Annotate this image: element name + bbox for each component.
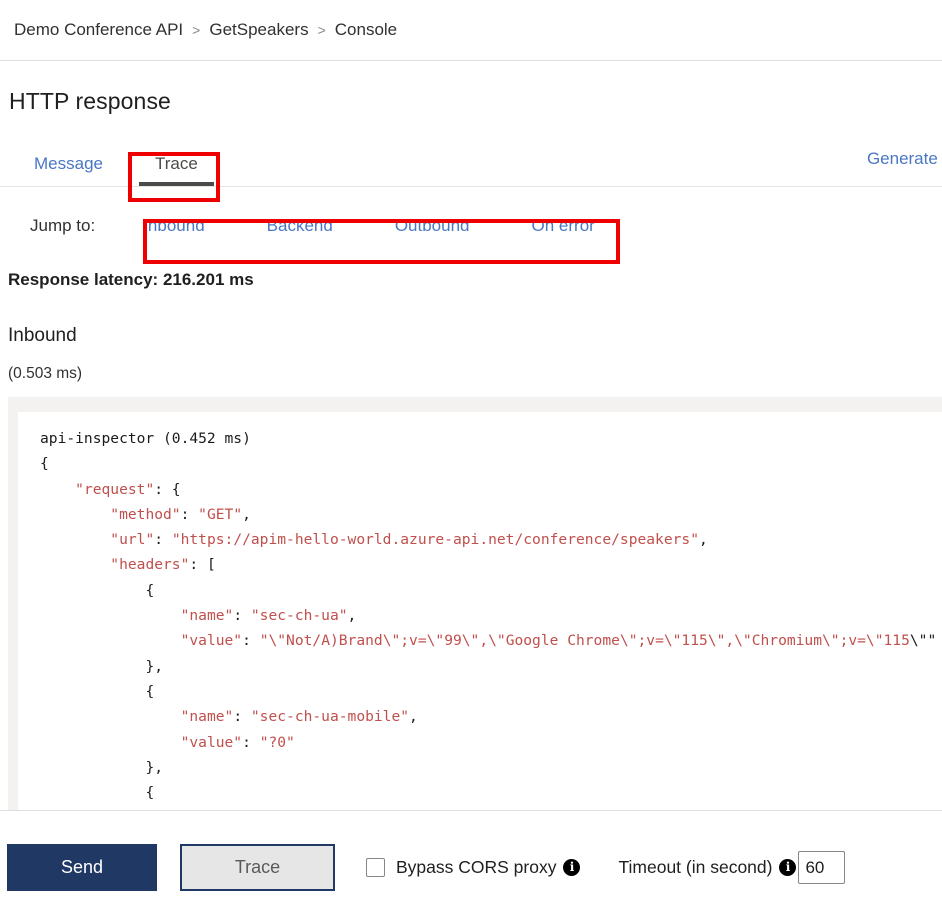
code-punct: : [242, 733, 260, 751]
code-punct: : [233, 708, 251, 726]
code-string: "GET" [198, 505, 243, 523]
code-punct: : [154, 531, 172, 549]
code-line: { [40, 455, 49, 473]
tab-trace[interactable]: Trace [129, 141, 224, 186]
jump-link-inbound[interactable]: Inbound [143, 216, 204, 236]
code-wrapped-tail: \"" [909, 632, 937, 650]
code-string: "https://apim-hello-world.azure-api.net/… [171, 531, 699, 549]
code-punct: : [ [189, 556, 216, 574]
code-key: "url" [110, 531, 155, 549]
code-key: "name" [180, 708, 234, 726]
bypass-cors-checkbox[interactable] [366, 858, 385, 877]
code-string: "\"Not/A)Brand\";v=\"99\",\"Google Chrom… [259, 632, 910, 650]
breadcrumb-item-console: Console [334, 20, 398, 39]
code-key: "method" [110, 505, 181, 523]
code-panel-divider [0, 810, 942, 811]
code-key: "value" [180, 632, 243, 650]
code-string: "sec-ch-ua-mobile" [250, 708, 410, 726]
info-icon[interactable]: i [779, 859, 797, 876]
code-punct: : [242, 632, 260, 650]
code-punct: : [180, 505, 199, 523]
code-punct: { [145, 784, 155, 802]
jump-link-on-error[interactable]: On error [532, 216, 595, 236]
code-punct: : [233, 607, 251, 625]
tab-message[interactable]: Message [8, 141, 129, 186]
trace-code-scroll-area[interactable]: api-inspector (0.452 ms) { "request": { … [18, 412, 942, 810]
breadcrumb: Demo Conference API > GetSpeakers > Cons… [0, 0, 942, 61]
trace-json-output: api-inspector (0.452 ms) { "request": { … [40, 426, 942, 805]
code-key: "request" [75, 480, 155, 498]
code-punct: }, [145, 758, 164, 776]
generate-definition-link[interactable]: Generate d [867, 149, 942, 169]
timeout-input[interactable] [798, 851, 846, 884]
code-key: "name" [180, 607, 234, 625]
code-key: "headers" [110, 556, 190, 574]
code-string: "sec-ch-ua" [250, 607, 348, 625]
bypass-cors-group: Bypass CORS proxy i [366, 857, 581, 878]
jump-link-backend[interactable]: Backend [267, 216, 333, 236]
code-punct: { [145, 682, 155, 700]
trace-button[interactable]: Trace [180, 844, 335, 891]
trace-code-panel: api-inspector (0.452 ms) { "request": { … [8, 397, 942, 810]
timeout-label: Timeout (in second) [618, 857, 773, 877]
jump-link-outbound[interactable]: Outbound [395, 216, 470, 236]
code-punct: , [409, 708, 418, 726]
trace-section-title-inbound: Inbound [8, 325, 77, 346]
code-line: api-inspector (0.452 ms) [40, 430, 251, 447]
response-tabs: Message Trace [0, 141, 942, 187]
breadcrumb-separator-icon: > [317, 22, 326, 38]
code-string: "?0" [259, 733, 295, 751]
code-punct: { [145, 581, 155, 599]
code-punct: , [347, 607, 357, 625]
code-punct: }, [145, 657, 164, 675]
jump-to-row: Jump to: Inbound Backend Outbound On err… [0, 205, 942, 247]
jump-to-links: Inbound Backend Outbound On error [143, 216, 595, 236]
send-button[interactable]: Send [7, 844, 157, 891]
info-icon[interactable]: i [563, 859, 581, 876]
code-punct: : { [154, 480, 181, 498]
breadcrumb-separator-icon: > [192, 22, 201, 38]
code-key: "value" [180, 733, 243, 751]
response-latency: Response latency: 216.201 ms [8, 270, 254, 289]
breadcrumb-item-operation[interactable]: GetSpeakers [209, 20, 308, 40]
response-tabs-container: Message Trace Generate d [0, 141, 942, 187]
page-title: HTTP response [9, 88, 171, 114]
timeout-group: Timeout (in second) i [618, 851, 846, 884]
console-footer-toolbar: Send Trace Bypass CORS proxy i Timeout (… [0, 826, 942, 909]
jump-to-label: Jump to: [30, 216, 96, 235]
code-punct: , [698, 531, 708, 549]
code-punct: , [242, 505, 251, 523]
bypass-cors-label: Bypass CORS proxy [396, 857, 557, 877]
breadcrumb-item-api[interactable]: Demo Conference API [14, 20, 183, 40]
trace-section-duration: (0.503 ms) [8, 365, 83, 382]
